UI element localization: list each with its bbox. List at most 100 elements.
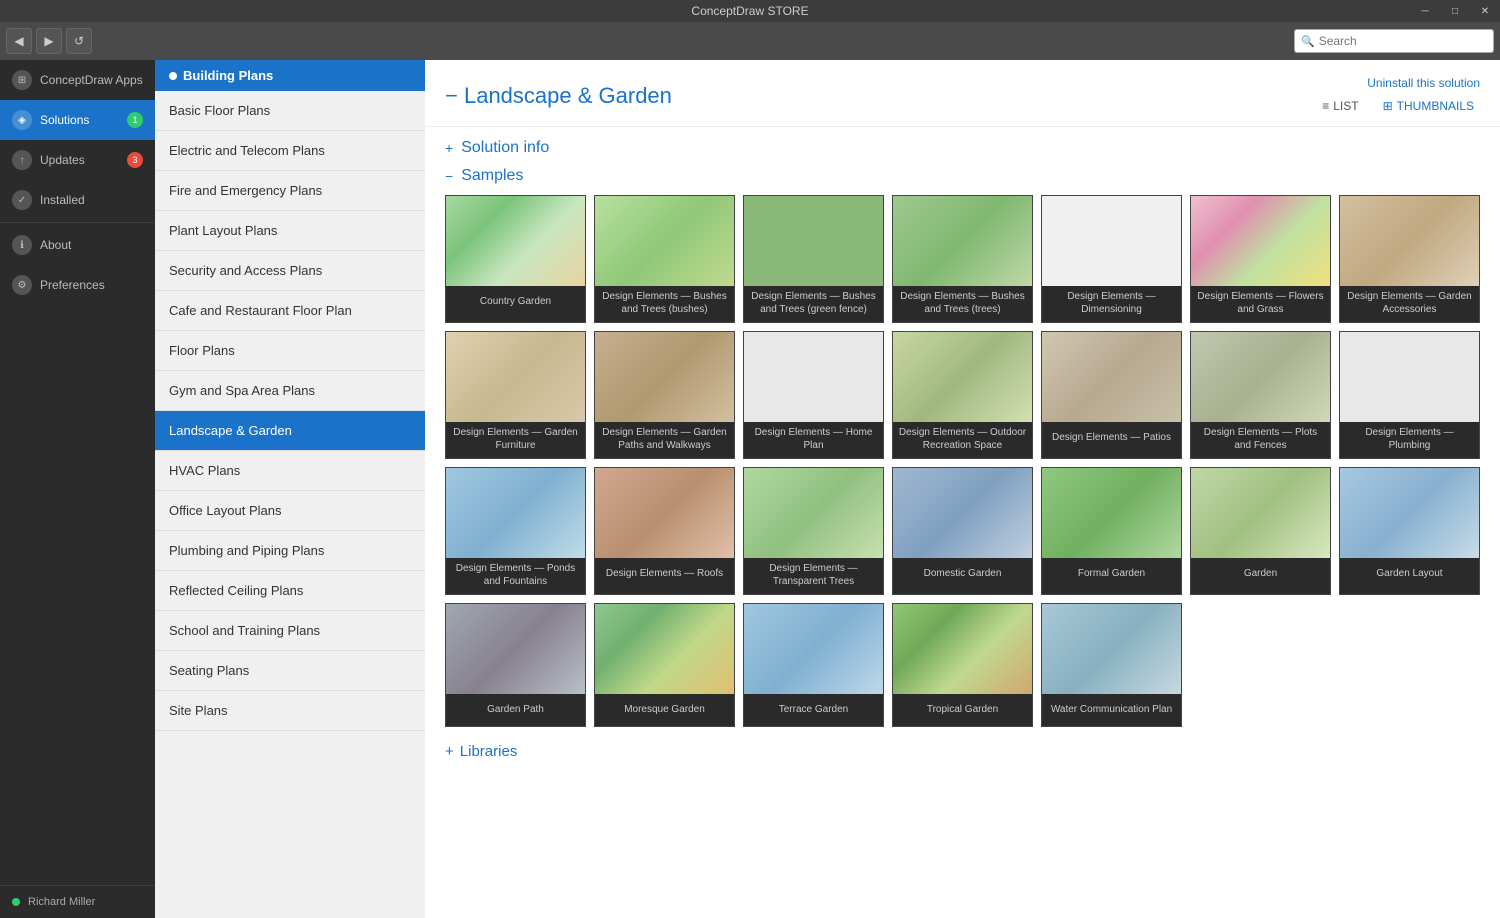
section-title: − Landscape & Garden: [445, 83, 672, 109]
close-button[interactable]: ✕: [1470, 0, 1500, 22]
nav-item-security[interactable]: Security and Access Plans: [155, 251, 425, 291]
thumb-item-furniture[interactable]: Design Elements — Garden Furniture: [445, 331, 586, 459]
thumb-item-water-comm[interactable]: Water Communication Plan: [1041, 603, 1182, 727]
nav-item-school[interactable]: School and Training Plans: [155, 611, 425, 651]
sidebar-updates-label: Updates: [40, 153, 85, 167]
thumb-image-plots: [1191, 332, 1330, 422]
thumb-label-domestic: Domestic Garden: [893, 558, 1032, 590]
back-button[interactable]: ◀: [6, 28, 32, 54]
refresh-button[interactable]: ↺: [66, 28, 92, 54]
thumb-item-country-garden[interactable]: Country Garden: [445, 195, 586, 323]
sidebar-item-installed[interactable]: ✓ Installed: [0, 180, 155, 220]
sidebar-divider: [0, 222, 155, 223]
nav-item-plumbing[interactable]: Plumbing and Piping Plans: [155, 531, 425, 571]
thumb-item-layout[interactable]: Garden Layout: [1339, 467, 1480, 595]
thumb-label-ponds: Design Elements — Ponds and Fountains: [446, 558, 585, 594]
thumb-item-moresque[interactable]: Moresque Garden: [594, 603, 735, 727]
thumb-item-domestic[interactable]: Domestic Garden: [892, 467, 1033, 595]
nav-item-cafe[interactable]: Cafe and Restaurant Floor Plan: [155, 291, 425, 331]
solution-info-header[interactable]: + Solution info: [445, 139, 1480, 157]
minimize-button[interactable]: ─: [1410, 0, 1440, 22]
thumbnails-view-button[interactable]: ⊞ THUMBNAILS: [1377, 96, 1480, 116]
thumb-image-furniture: [446, 332, 585, 422]
sidebar-item-about[interactable]: ℹ About: [0, 225, 155, 265]
installed-icon: ✓: [12, 190, 32, 210]
thumb-label-plumbing-de: Design Elements — Plumbing: [1340, 422, 1479, 458]
maximize-button[interactable]: □: [1440, 0, 1470, 22]
thumb-item-dimensioning[interactable]: Design Elements — Dimensioning: [1041, 195, 1182, 323]
samples-header[interactable]: − Samples: [445, 167, 1480, 185]
list-view-button[interactable]: ≡ LIST: [1316, 96, 1364, 116]
thumb-item-plots[interactable]: Design Elements — Plots and Fences: [1190, 331, 1331, 459]
thumb-label-plots: Design Elements — Plots and Fences: [1191, 422, 1330, 458]
thumb-label-bushes-green: Design Elements — Bushes and Trees (gree…: [744, 286, 883, 322]
search-box[interactable]: 🔍: [1294, 29, 1494, 53]
sidebar-item-solutions[interactable]: ◈ Solutions 1: [0, 100, 155, 140]
list-icon: ≡: [1322, 99, 1329, 113]
libraries-header[interactable]: + Libraries: [445, 743, 1480, 760]
thumb-image-layout: [1340, 468, 1479, 558]
thumb-item-garden-path[interactable]: Garden Path: [445, 603, 586, 727]
sidebar-item-apps[interactable]: ⊞ ConceptDraw Apps: [0, 60, 155, 100]
nav-item-seating[interactable]: Seating Plans: [155, 651, 425, 691]
nav-item-reflected[interactable]: Reflected Ceiling Plans: [155, 571, 425, 611]
user-name: Richard Miller: [28, 896, 95, 908]
thumb-item-roofs[interactable]: Design Elements — Roofs: [594, 467, 735, 595]
libraries-label: Libraries: [460, 743, 518, 760]
content-body: + Solution info − Samples Country Garden…: [425, 127, 1500, 918]
nav-item-plant[interactable]: Plant Layout Plans: [155, 211, 425, 251]
thumb-label-flowers: Design Elements — Flowers and Grass: [1191, 286, 1330, 322]
thumb-image-plumbing-de: [1340, 332, 1479, 422]
forward-button[interactable]: ▶: [36, 28, 62, 54]
thumb-image-formal: [1042, 468, 1181, 558]
user-status-dot: [12, 898, 20, 906]
thumb-image-bushes-trees: [893, 196, 1032, 286]
thumb-image-patios: [1042, 332, 1181, 422]
samples-toggle: −: [445, 168, 453, 184]
thumb-item-ponds[interactable]: Design Elements — Ponds and Fountains: [445, 467, 586, 595]
minus-icon: −: [445, 83, 464, 108]
thumb-item-plumbing-de[interactable]: Design Elements — Plumbing: [1339, 331, 1480, 459]
thumb-item-bushes-trees[interactable]: Design Elements — Bushes and Trees (tree…: [892, 195, 1033, 323]
thumb-item-patios[interactable]: Design Elements — Patios: [1041, 331, 1182, 459]
thumb-image-garden-path: [446, 604, 585, 694]
nav-item-office[interactable]: Office Layout Plans: [155, 491, 425, 531]
thumb-label-garden-path: Garden Path: [446, 694, 585, 726]
thumb-item-formal[interactable]: Formal Garden: [1041, 467, 1182, 595]
nav-item-hvac[interactable]: HVAC Plans: [155, 451, 425, 491]
section-title-text: Landscape & Garden: [464, 83, 672, 108]
nav-item-landscape[interactable]: Landscape & Garden: [155, 411, 425, 451]
updates-badge: 3: [127, 152, 143, 168]
thumb-item-flowers[interactable]: Design Elements — Flowers and Grass: [1190, 195, 1331, 323]
apps-icon: ⊞: [12, 70, 32, 90]
sidebar-item-preferences[interactable]: ⚙ Preferences: [0, 265, 155, 305]
nav-item-gym[interactable]: Gym and Spa Area Plans: [155, 371, 425, 411]
thumb-item-garden-main[interactable]: Garden: [1190, 467, 1331, 595]
thumb-item-terrace[interactable]: Terrace Garden: [743, 603, 884, 727]
solution-info-toggle: +: [445, 140, 453, 156]
search-input[interactable]: [1319, 34, 1487, 48]
uninstall-link[interactable]: Uninstall this solution: [1367, 76, 1480, 90]
thumb-image-bushes-green: [744, 196, 883, 286]
sidebar-installed-label: Installed: [40, 193, 85, 207]
nav-item-floor[interactable]: Floor Plans: [155, 331, 425, 371]
sidebar-item-updates[interactable]: ↑ Updates 3: [0, 140, 155, 180]
nav-item-electric[interactable]: Electric and Telecom Plans: [155, 131, 425, 171]
about-icon: ℹ: [12, 235, 32, 255]
thumb-item-transparent[interactable]: Design Elements — Transparent Trees: [743, 467, 884, 595]
thumb-image-transparent: [744, 468, 883, 558]
nav-item-fire[interactable]: Fire and Emergency Plans: [155, 171, 425, 211]
thumb-item-outdoor[interactable]: Design Elements — Outdoor Recreation Spa…: [892, 331, 1033, 459]
thumb-item-bushes-green[interactable]: Design Elements — Bushes and Trees (gree…: [743, 195, 884, 323]
nav-item-basic-floor[interactable]: Basic Floor Plans: [155, 91, 425, 131]
samples-label: Samples: [461, 167, 523, 185]
thumb-label-paths: Design Elements — Garden Paths and Walkw…: [595, 422, 734, 458]
thumb-image-outdoor: [893, 332, 1032, 422]
thumb-item-tropical[interactable]: Tropical Garden: [892, 603, 1033, 727]
thumb-item-accessories[interactable]: Design Elements — Garden Accessories: [1339, 195, 1480, 323]
thumb-item-home-plan[interactable]: Design Elements — Home Plan: [743, 331, 884, 459]
thumb-item-paths[interactable]: Design Elements — Garden Paths and Walkw…: [594, 331, 735, 459]
title-bar: ConceptDraw STORE ─ □ ✕: [0, 0, 1500, 22]
thumb-item-bushes-bushes[interactable]: Design Elements — Bushes and Trees (bush…: [594, 195, 735, 323]
nav-item-site[interactable]: Site Plans: [155, 691, 425, 731]
